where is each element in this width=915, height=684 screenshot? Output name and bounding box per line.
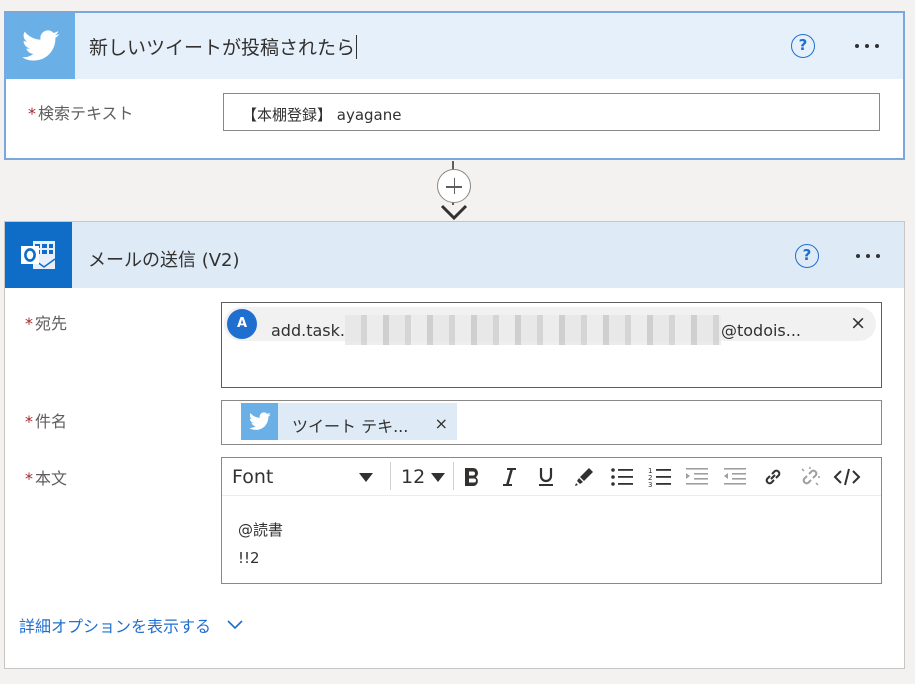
tweet-text-token[interactable]: ツイート テキ... × [241,403,457,440]
add-step-icon[interactable] [437,169,471,203]
twitter-icon [6,13,75,79]
action-header[interactable]: メールの送信 (V2) ? [5,222,904,288]
help-icon[interactable]: ? [795,244,819,268]
action-title[interactable]: メールの送信 (V2) [88,246,240,272]
bullet-list-icon[interactable] [608,463,636,491]
trigger-title-text: 新しいツイートが投稿されたら [89,37,356,59]
font-size-dropdown-icon[interactable] [431,473,445,482]
body-label-text: 本文 [35,469,68,488]
to-field[interactable]: A add.task. @todois... × [221,302,882,388]
unlink-icon[interactable] [796,463,824,491]
trigger-header[interactable]: 新しいツイートが投稿されたら ? [6,13,903,79]
avatar: A [227,309,257,339]
outlook-icon [5,222,72,288]
more-options-icon[interactable] [856,254,880,258]
search-text-label: * 検索テキスト [28,100,134,124]
toolbar-divider [453,462,454,490]
arrow-down-icon [440,204,468,221]
required-mark: * [28,104,36,123]
text-caret [356,35,358,59]
body-label: * 本文 [25,465,67,489]
italic-icon[interactable] [495,463,523,491]
required-mark: * [25,469,33,488]
underline-icon[interactable] [532,463,560,491]
font-size-select[interactable]: 12 [401,466,425,488]
redacted-blur [344,315,721,345]
chevron-down-icon [227,620,243,630]
toolbar-divider [390,462,391,490]
remove-token-icon[interactable]: × [435,414,448,433]
required-mark: * [25,314,33,333]
svg-text:3: 3 [648,481,652,488]
highlight-color-icon[interactable] [570,463,598,491]
token-label: ツイート テキ... [292,417,409,436]
required-mark: * [25,412,33,431]
body-line: @読書 [238,521,284,539]
font-select[interactable]: Font [232,466,273,488]
to-label-text: 宛先 [35,314,68,333]
remove-recipient-icon[interactable]: × [850,313,866,333]
body-content[interactable]: @読書 !!2 [238,516,283,572]
font-dropdown-icon[interactable] [359,473,373,482]
trigger-title[interactable]: 新しいツイートが投稿されたら [89,33,358,60]
body-editor[interactable]: Font 12 123 @読書 !!2 [221,457,882,584]
subject-label: * 件名 [25,408,67,432]
recipient-chip[interactable]: A add.task. @todois... × [224,307,876,345]
indent-icon[interactable] [683,463,711,491]
subject-field[interactable]: ツイート テキ... × [221,400,882,445]
twitter-icon [241,403,278,440]
rich-text-toolbar: Font 12 123 [222,458,881,496]
subject-label-text: 件名 [35,412,68,431]
more-options-icon[interactable] [855,44,879,48]
search-text-label-text: 検索テキスト [38,104,134,123]
outdent-icon[interactable] [721,463,749,491]
show-advanced-options-link[interactable]: 詳細オプションを表示する [19,613,244,637]
trigger-card: 新しいツイートが投稿されたら ? * 検索テキスト 【本棚登録】 ayagane [4,11,905,160]
bold-icon[interactable] [458,463,486,491]
action-card: メールの送信 (V2) ? * 宛先 A add.task. @todois... … [4,221,905,669]
help-icon[interactable]: ? [791,34,815,58]
recipient-address-start: add.task. [271,321,345,340]
search-text-input[interactable]: 【本棚登録】 ayagane [223,93,880,131]
link-icon[interactable] [759,463,787,491]
body-line: !!2 [238,549,260,567]
advanced-options-label: 詳細オプションを表示する [19,617,212,636]
numbered-list-icon[interactable]: 123 [646,463,674,491]
to-label: * 宛先 [25,310,67,334]
code-view-icon[interactable] [833,463,861,491]
recipient-address-end: @todois... [720,321,802,340]
recipient-address: add.task. @todois... [271,315,801,345]
